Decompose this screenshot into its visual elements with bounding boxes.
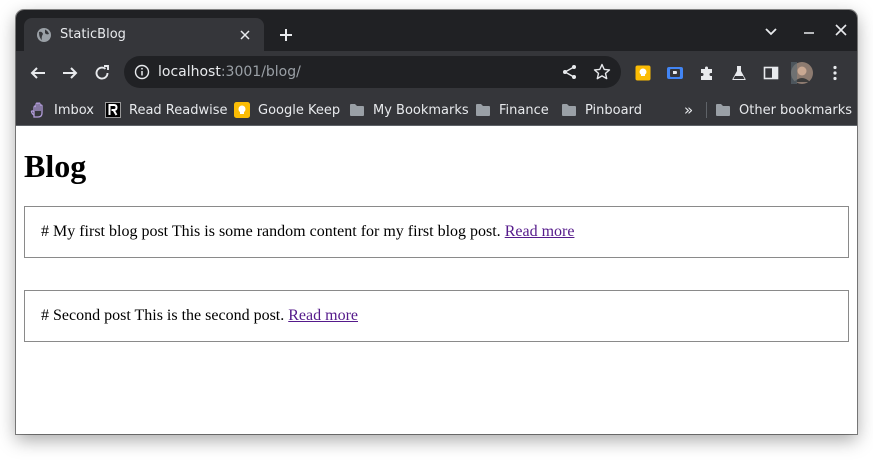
page-title: Blog — [24, 148, 87, 184]
url-path: :3001/blog/ — [220, 64, 301, 80]
chrome-menu-icon[interactable] — [821, 59, 849, 87]
chevron-double-right-icon: » — [684, 101, 694, 119]
reload-button[interactable] — [88, 59, 116, 87]
google-keep-icon — [234, 102, 250, 118]
bookmark-label: Read Readwise — [129, 102, 228, 118]
folder-icon — [715, 102, 731, 118]
bookmark-label: Pinboard — [585, 102, 642, 118]
bookmark-google-keep[interactable]: Google Keep — [234, 100, 340, 120]
bookmark-read-readwise[interactable]: Read Readwise — [105, 100, 227, 120]
bookmark-label: Other bookmarks — [739, 102, 853, 118]
back-button[interactable] — [24, 59, 52, 87]
post-excerpt: # My first blog post This is some random… — [41, 223, 501, 240]
site-info-icon[interactable] — [134, 64, 150, 80]
url-host: localhost — [158, 64, 221, 80]
close-tab-icon[interactable] — [236, 26, 254, 44]
post-excerpt: # Second post This is the second post. — [41, 307, 285, 324]
profile-avatar[interactable] — [788, 59, 816, 87]
bookmark-label: My Bookmarks — [373, 102, 469, 118]
bookmarks-bar: Imbox Read Readwise Google Keep My Bookm… — [16, 94, 857, 126]
bookmarks-overflow-button[interactable]: » — [684, 100, 693, 120]
url-text[interactable]: localhost:3001/blog/ — [158, 56, 301, 88]
bookmark-folder-pinboard[interactable]: Pinboard — [561, 100, 642, 120]
address-bar[interactable]: localhost:3001/blog/ — [124, 56, 621, 88]
minimize-icon[interactable] — [797, 20, 821, 44]
tab-strip: StaticBlog — [16, 10, 857, 51]
post-card: # My first blog post This is some random… — [24, 206, 849, 258]
forward-button[interactable] — [56, 59, 84, 87]
labs-flask-icon[interactable] — [725, 59, 753, 87]
bookmarks-divider — [706, 102, 707, 118]
share-icon[interactable] — [560, 62, 580, 82]
tab-staticblog[interactable]: StaticBlog — [24, 18, 264, 51]
bookmark-folder-finance[interactable]: Finance — [475, 100, 549, 120]
folder-icon — [475, 102, 491, 118]
bookmark-imbox[interactable]: Imbox — [30, 100, 94, 120]
tab-title: StaticBlog — [60, 27, 126, 42]
tab-search-chevron-icon[interactable] — [759, 20, 783, 44]
close-window-icon[interactable] — [829, 18, 853, 42]
bookmark-folder-my-bookmarks[interactable]: My Bookmarks — [349, 100, 469, 120]
post-card: # Second post This is the second post. R… — [24, 290, 849, 342]
new-tab-button[interactable] — [274, 23, 298, 47]
bookmark-label: Imbox — [54, 102, 94, 118]
folder-icon — [349, 102, 365, 118]
folder-icon — [561, 102, 577, 118]
toolbar: localhost:3001/blog/ — [16, 51, 857, 94]
bookmark-folder-other-bookmarks[interactable]: Other bookmarks — [715, 100, 852, 120]
browser-window: StaticBlog localhost:3001/blog/ Imbox Re… — [16, 10, 857, 434]
read-more-link[interactable]: Read more — [288, 307, 358, 325]
bookmark-star-icon[interactable] — [592, 62, 612, 82]
bookmark-label: Finance — [499, 102, 549, 118]
hey-imbox-icon — [30, 102, 46, 118]
extensions-puzzle-icon[interactable] — [693, 59, 721, 87]
keep-extension-icon[interactable] — [629, 59, 657, 87]
readwise-icon — [105, 102, 121, 118]
bookmark-label: Google Keep — [258, 102, 341, 118]
globe-icon — [36, 27, 52, 43]
readwise-extension-icon[interactable] — [661, 59, 689, 87]
side-panel-icon[interactable] — [757, 59, 785, 87]
read-more-link[interactable]: Read more — [505, 223, 575, 241]
page-content: Blog # My first blog post This is some r… — [16, 126, 857, 434]
